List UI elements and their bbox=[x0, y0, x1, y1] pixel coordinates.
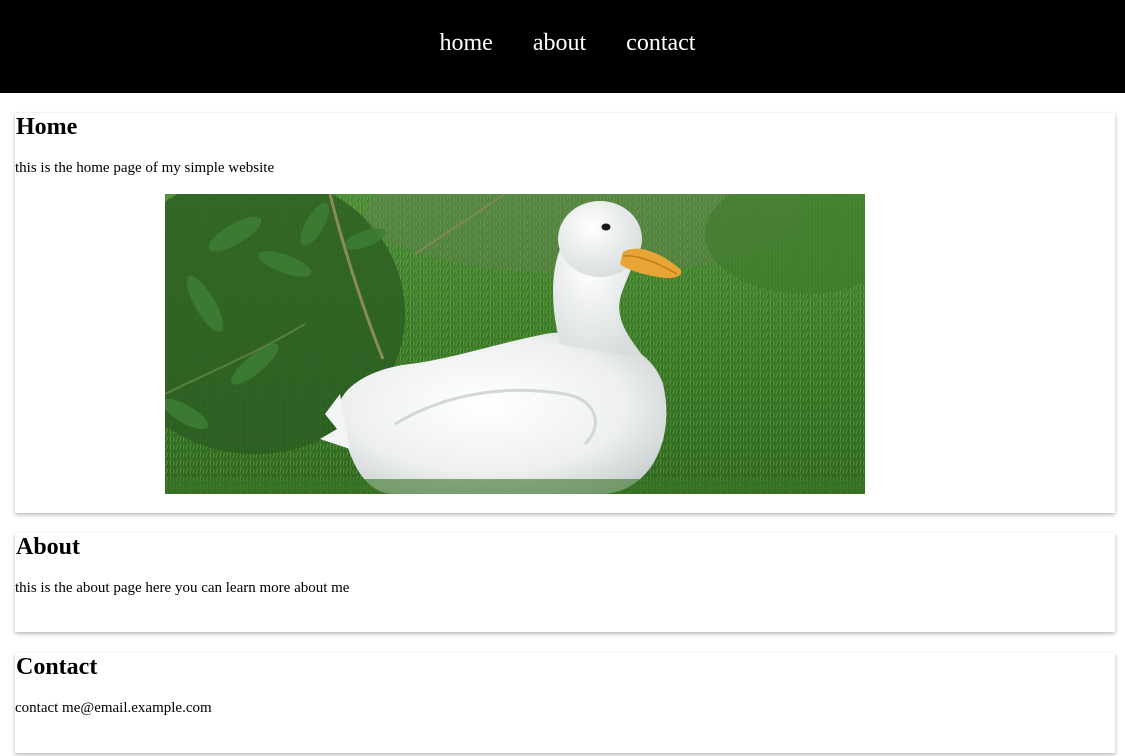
nav-link-about[interactable]: about bbox=[533, 28, 586, 58]
about-section: About this is the about page here you ca… bbox=[15, 533, 1115, 632]
nav-link-contact[interactable]: contact bbox=[626, 28, 695, 58]
about-title: About bbox=[16, 534, 81, 560]
home-section: Home this is the home page of my simple … bbox=[15, 113, 1115, 513]
duck-photo bbox=[165, 194, 865, 494]
home-title: Home bbox=[16, 114, 78, 140]
main-nav: home about contact bbox=[430, 28, 696, 58]
about-text: this is the about page here you can lear… bbox=[15, 580, 350, 596]
contact-section: Contact contact me@email.example.com bbox=[15, 653, 1115, 753]
home-text: this is the home page of my simple websi… bbox=[15, 160, 275, 176]
contact-text: contact me@email.example.com bbox=[15, 700, 212, 716]
nav-link-home[interactable]: home bbox=[440, 28, 493, 58]
top-navigation-bar: home about contact bbox=[0, 0, 1125, 93]
contact-title: Contact bbox=[16, 654, 98, 680]
